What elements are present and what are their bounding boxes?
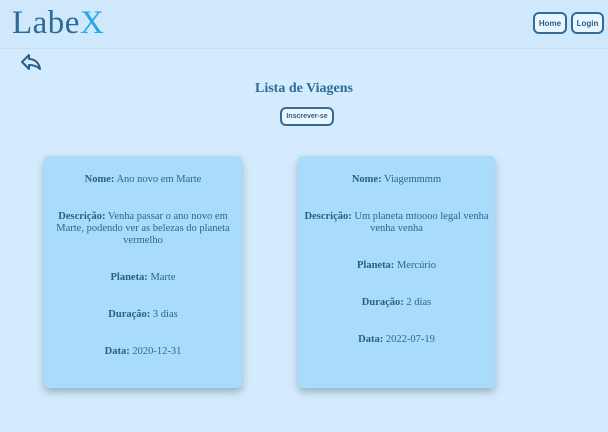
logo-text: Labe — [12, 5, 80, 41]
planet-value: Marte — [150, 272, 176, 283]
page: LabeX Home Login Lista de Viagens Inscre… — [0, 0, 608, 432]
trip-planet: Planeta: Marte — [50, 272, 236, 284]
name-label: Nome: — [84, 174, 115, 185]
trip-card: Nome: Ano novo em Marte Descrição: Venha… — [44, 156, 242, 388]
trip-planet: Planeta: Mercúrio — [304, 260, 489, 272]
description-label: Descrição: — [58, 211, 106, 222]
date-label: Data: — [358, 334, 384, 345]
page-title: Lista de Viagens — [254, 81, 353, 96]
subscribe-button[interactable]: Inscrever-se — [280, 107, 334, 126]
trip-name: Nome: Ano novo em Marte — [50, 174, 236, 186]
duration-value: 2 dias — [406, 297, 432, 308]
description-value: Um planeta mtoooo legal venha venha venh… — [354, 211, 489, 234]
trip-card: Nome: Viagemmmm Descrição: Um planeta mt… — [298, 156, 495, 388]
planet-value: Mercúrio — [396, 260, 437, 271]
trip-duration: Duração: 2 dias — [304, 297, 489, 309]
planet-label: Planeta: — [110, 272, 148, 283]
home-button[interactable]: Home — [533, 12, 567, 34]
header: LabeX Home Login — [0, 0, 608, 49]
planet-label: Planeta: — [356, 260, 395, 271]
date-label: Data: — [104, 346, 130, 357]
logo-accent: X — [79, 5, 105, 41]
trip-date: Data: 2022-07-19 — [304, 334, 489, 346]
logo[interactable]: LabeX — [12, 4, 104, 42]
trip-date: Data: 2020-12-31 — [50, 346, 236, 358]
name-value: Viagemmmm — [384, 174, 442, 185]
duration-label: Duração: — [361, 297, 404, 308]
trip-name: Nome: Viagemmmm — [304, 174, 489, 186]
trip-description: Descrição: Um planeta mtoooo legal venha… — [304, 211, 489, 235]
duration-value: 3 dias — [152, 309, 178, 320]
name-value: Ano novo em Marte — [116, 174, 202, 185]
date-value: 2020-12-31 — [132, 346, 182, 357]
duration-label: Duração: — [108, 309, 151, 320]
trip-description: Descrição: Venha passar o ano novo em Ma… — [50, 211, 236, 247]
login-button[interactable]: Login — [571, 12, 604, 34]
description-label: Descrição: — [304, 211, 352, 222]
back-arrow-icon[interactable] — [20, 53, 42, 71]
date-value: 2022-07-19 — [385, 334, 435, 345]
trip-duration: Duração: 3 dias — [50, 309, 236, 321]
name-label: Nome: — [351, 174, 382, 185]
